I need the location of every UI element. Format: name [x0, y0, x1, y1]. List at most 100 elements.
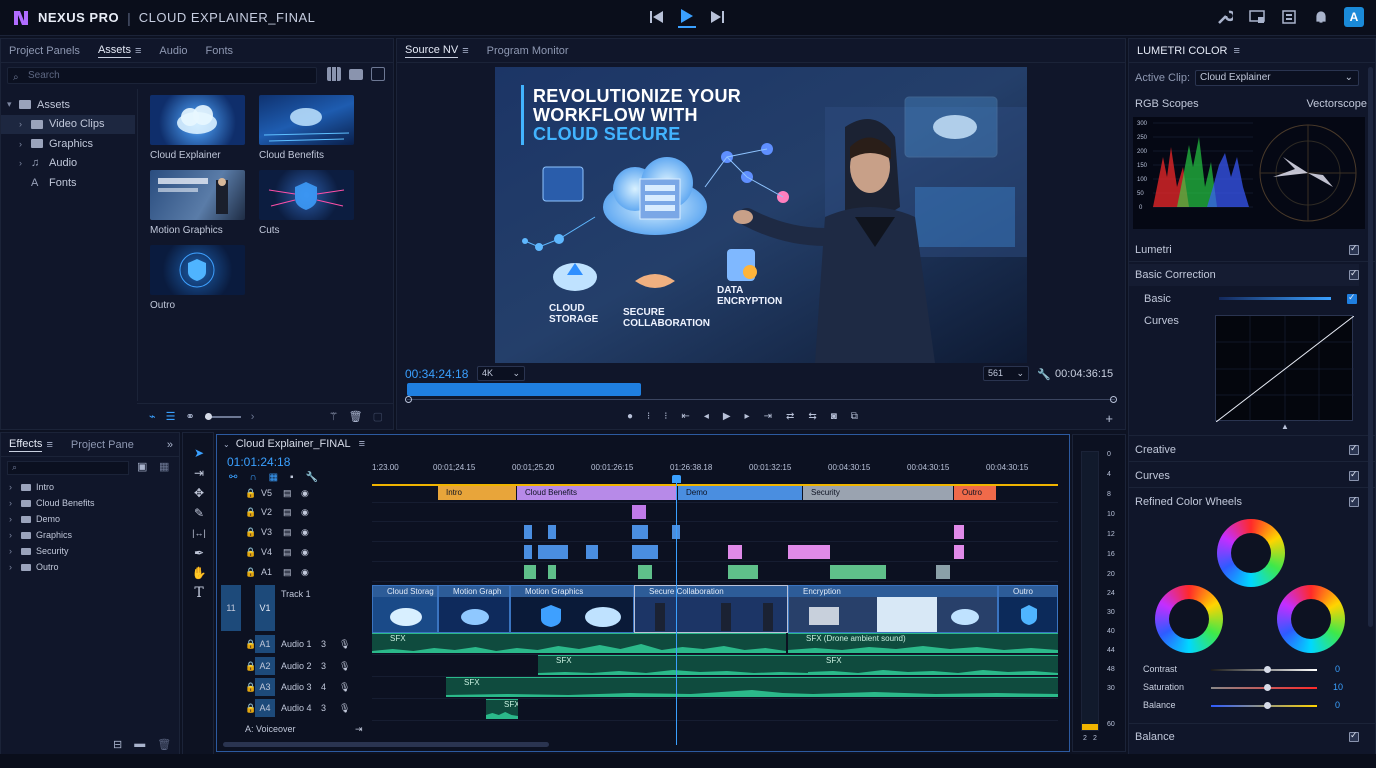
grid-icon[interactable]: ▦ — [159, 460, 169, 473]
slider-value[interactable]: 0 — [1335, 664, 1340, 674]
tab-menu-icon[interactable]: ≡ — [462, 45, 468, 57]
tab-menu-icon[interactable]: ≡ — [135, 45, 141, 57]
step-back-icon[interactable]: ◂ — [704, 411, 709, 422]
tree-item-video-clips[interactable]: › Video Clips — [1, 114, 135, 134]
clip-purple[interactable] — [632, 505, 646, 519]
tab-fonts[interactable]: Fonts — [206, 45, 234, 57]
toggle-output-icon[interactable]: ▤ — [283, 488, 292, 499]
thumbnail-motion-graphics[interactable]: Motion Graphics — [150, 170, 245, 236]
hand-tool-icon[interactable]: ✋ — [183, 563, 215, 583]
track-target[interactable]: A2 — [255, 657, 275, 675]
razor-tool-icon[interactable]: ✎ — [183, 503, 215, 523]
track-id[interactable]: V4 — [261, 547, 272, 557]
track-id[interactable]: V2 — [261, 507, 272, 517]
clip-security[interactable]: Security — [803, 486, 953, 500]
tab-menu-icon[interactable]: ≡ — [46, 439, 52, 451]
grid-view-icon[interactable] — [327, 67, 341, 81]
resolution-select[interactable]: 4K ⌄ — [477, 366, 525, 381]
tab-effects[interactable]: Effects — [9, 438, 43, 452]
toggle-output-icon[interactable]: ▤ — [283, 527, 292, 538]
clip-green[interactable] — [936, 565, 950, 579]
clip-blue[interactable] — [524, 525, 532, 539]
clip-pink[interactable] — [788, 545, 830, 559]
microphone-icon[interactable]: 🎙 — [339, 703, 350, 714]
mark-in-icon[interactable]: ⁝ — [647, 411, 650, 422]
slider-value[interactable]: 0 — [1335, 700, 1340, 710]
effects-item-security[interactable]: › Security — [1, 543, 179, 559]
timecode-in[interactable]: 00:34:24:18 — [405, 367, 468, 381]
magic-wand-icon[interactable]: ⚚ — [329, 410, 339, 423]
tree-item-graphics[interactable]: › Graphics — [1, 134, 135, 154]
section-lumetri[interactable]: Lumetri — [1135, 239, 1359, 261]
track-target[interactable]: V1 — [255, 585, 275, 631]
video-frame[interactable]: REVOLUTIONIZE YOUR WORKFLOW WITH CLOUD S… — [495, 67, 1027, 363]
ripple-edit-icon[interactable]: ✥ — [183, 483, 215, 503]
color-wheel-highlights[interactable] — [1277, 585, 1345, 653]
collapse-arrow-icon[interactable]: ▲ — [1281, 422, 1289, 431]
track-select-icon[interactable]: ⇥ — [183, 463, 215, 483]
tree-item-audio[interactable]: › ♫ Audio — [1, 154, 135, 174]
section-creative[interactable]: Creative — [1135, 439, 1359, 461]
wrench-icon[interactable] — [1216, 8, 1234, 26]
audio-clip-sfx[interactable]: SFX — [538, 655, 808, 675]
trash-icon[interactable]: 🗑 — [157, 738, 171, 751]
clip-pink[interactable] — [954, 545, 964, 559]
clip-blue[interactable] — [632, 525, 648, 539]
track-id[interactable]: V3 — [261, 527, 272, 537]
track-target[interactable]: A1 — [255, 635, 275, 653]
skip-forward-icon[interactable] — [708, 6, 726, 28]
clip-pink[interactable] — [728, 545, 742, 559]
tree-item-fonts[interactable]: A Fonts — [1, 173, 135, 193]
menu-icon[interactable]: ≡ — [359, 438, 365, 450]
basic-intensity-slider[interactable] — [1219, 297, 1331, 300]
track-target[interactable]: A3 — [255, 678, 275, 696]
clip-pink[interactable] — [954, 525, 964, 539]
balance-checkbox[interactable] — [1349, 730, 1359, 742]
basic-correction-checkbox[interactable] — [1349, 268, 1359, 280]
clip-blue[interactable] — [586, 545, 598, 559]
settings-icon[interactable]: 🔧 — [306, 472, 318, 483]
microphone-icon[interactable]: 🎙 — [339, 639, 350, 650]
clip-green[interactable] — [728, 565, 744, 579]
thumbnail-outro[interactable]: Outro — [150, 245, 245, 311]
lock-icon[interactable]: 🔒 — [245, 547, 256, 558]
monitor-icon[interactable] — [1248, 8, 1266, 26]
clip-v1-encryption[interactable]: Encryption — [788, 585, 998, 633]
scrub-out-point[interactable] — [1110, 396, 1117, 403]
active-clip-select[interactable]: Cloud Explainer ⌄ — [1195, 70, 1359, 86]
go-to-out-icon[interactable]: ⇥ — [764, 411, 772, 422]
clip-demo[interactable]: Demo — [678, 486, 802, 500]
slider-knob[interactable] — [1264, 684, 1271, 691]
microphone-icon[interactable]: 🎙 — [339, 682, 350, 693]
eye-icon[interactable]: ◉ — [301, 488, 309, 499]
tab-assets[interactable]: Assets — [97, 44, 131, 58]
step-forward-icon[interactable]: ▸ — [745, 411, 750, 422]
compare-icon[interactable]: ⧉ — [851, 411, 858, 422]
expand-track-icon[interactable]: ⇥ — [355, 724, 363, 735]
pen-tool-icon[interactable]: ✒ — [183, 543, 215, 563]
clip-green[interactable] — [548, 565, 556, 579]
zoom-select[interactable]: 561 ⌄ — [983, 366, 1029, 381]
microphone-icon[interactable]: 🎙 — [339, 661, 350, 672]
folder-icon[interactable]: ▬ — [134, 738, 145, 751]
chevron-down-icon[interactable]: ⌄ — [223, 440, 230, 449]
add-button-icon[interactable]: + — [1105, 411, 1113, 426]
eye-icon[interactable]: ◉ — [301, 507, 309, 518]
clip-green[interactable] — [638, 565, 652, 579]
color-wheel-midtones[interactable] — [1217, 519, 1285, 587]
lock-icon[interactable]: 🔒 — [245, 507, 256, 518]
tab-project-pane[interactable]: Project Pane — [71, 439, 134, 451]
toggle-output-icon[interactable]: ▤ — [283, 567, 292, 578]
clip-green[interactable] — [830, 565, 886, 579]
track-id[interactable]: A1 — [261, 567, 272, 577]
thumbnail-cloud-benefits[interactable]: Cloud Benefits — [259, 95, 354, 161]
effects-search-input[interactable]: ⌕ — [7, 461, 129, 475]
layout-icon[interactable] — [1280, 8, 1298, 26]
tab-audio[interactable]: Audio — [159, 45, 187, 57]
overwrite-icon[interactable]: ⇆ — [808, 411, 816, 422]
track-source-patch[interactable]: 11 — [221, 585, 241, 631]
clip-blue[interactable] — [548, 525, 556, 539]
marker-icon[interactable]: ▪ — [290, 472, 294, 483]
zoom-slider[interactable] — [204, 412, 241, 420]
scrub-in-point[interactable] — [405, 396, 412, 403]
